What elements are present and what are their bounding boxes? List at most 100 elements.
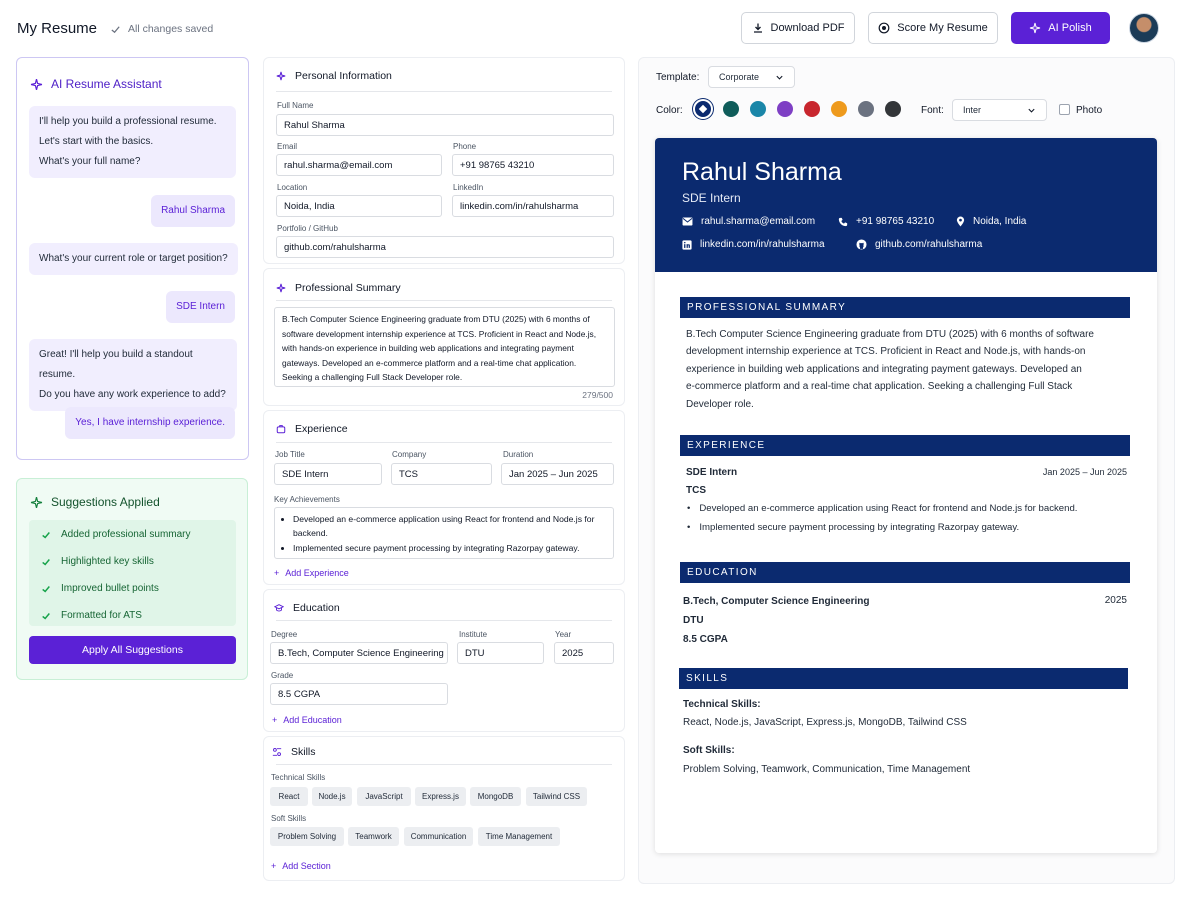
company-input[interactable]: TCS — [391, 463, 492, 485]
full-name-label: Full Name — [277, 101, 314, 110]
grade-input[interactable]: 8.5 CGPA — [270, 683, 448, 705]
experience-card: Experience Job Title SDE Intern Company … — [263, 410, 625, 585]
save-status: All changes saved — [110, 23, 213, 35]
institute-input[interactable]: DTU — [457, 642, 544, 664]
skills-heading: Skills — [272, 746, 316, 758]
linkedin-icon — [682, 239, 692, 250]
email-input[interactable]: rahul.sharma@email.com — [276, 154, 442, 176]
resume-header: Rahul Sharma SDE Intern rahul.sharma@ema… — [655, 138, 1157, 272]
institute-label: Institute — [459, 630, 488, 639]
skill-chip[interactable]: Problem Solving — [270, 827, 344, 846]
personal-information-heading: Personal Information — [276, 70, 392, 82]
summary-textarea[interactable]: B.Tech Computer Science Engineering grad… — [274, 307, 615, 387]
add-experience-link[interactable]: + Add Experience — [274, 568, 349, 578]
check-icon — [42, 585, 50, 593]
phone-input[interactable]: +91 98765 43210 — [452, 154, 614, 176]
add-section-link[interactable]: + Add Section — [271, 861, 331, 871]
color-swatch[interactable] — [695, 101, 711, 117]
plus-icon: + — [272, 715, 278, 725]
apply-all-suggestions-button[interactable]: Apply All Suggestions — [29, 636, 236, 664]
template-select[interactable]: Corporate — [708, 66, 795, 88]
user-message: Rahul Sharma — [151, 195, 235, 227]
divider — [276, 764, 612, 765]
year-input[interactable]: 2025 — [554, 642, 614, 664]
linkedin-input[interactable]: linkedin.com/in/rahulsharma — [452, 195, 614, 217]
suggestion-item: Highlighted key skills — [29, 549, 236, 574]
skill-chip[interactable]: Tailwind CSS — [526, 787, 587, 806]
ai-polish-button[interactable]: AI Polish — [1011, 12, 1110, 44]
download-pdf-button[interactable]: Download PDF — [741, 12, 855, 44]
avatar[interactable] — [1129, 13, 1159, 43]
chevron-down-icon — [1028, 108, 1035, 113]
linkedin-label: LinkedIn — [453, 183, 484, 192]
skill-chip[interactable]: JavaScript — [357, 787, 411, 806]
portfolio-input[interactable]: github.com/rahulsharma — [276, 236, 614, 258]
skills-card: Skills Technical Skills React Node.js Ja… — [263, 736, 625, 881]
education-heading: Education — [274, 602, 340, 614]
color-swatch[interactable] — [723, 101, 739, 117]
ai-assistant-panel: AI Resume Assistant I'll help you build … — [16, 57, 249, 460]
resume-location: Noida, India — [956, 216, 1026, 227]
location-label: Location — [277, 183, 308, 192]
location-input[interactable]: Noida, India — [276, 195, 442, 217]
divider — [276, 620, 612, 621]
professional-summary-card: Professional Summary B.Tech Computer Sci… — [263, 268, 625, 406]
graduation-cap-icon — [274, 604, 284, 612]
key-achievements-input[interactable]: Developed an e-commerce application usin… — [274, 507, 614, 559]
location-pin-icon — [956, 216, 965, 227]
skill-chip[interactable]: Node.js — [312, 787, 352, 806]
skill-chip[interactable]: Time Management — [478, 827, 560, 846]
ai-message: What's your current role or target posit… — [29, 243, 238, 275]
skill-chip[interactable]: Express.js — [415, 787, 466, 806]
duration-input[interactable]: Jan 2025 – Jun 2025 — [501, 463, 614, 485]
resume-role: SDE Intern — [682, 191, 741, 205]
color-swatch[interactable] — [858, 101, 874, 117]
color-swatch[interactable] — [777, 101, 793, 117]
check-icon — [42, 558, 50, 566]
skill-chip[interactable]: React — [270, 787, 308, 806]
sparkle-icon — [276, 283, 286, 293]
degree-input[interactable]: B.Tech, Computer Science Engineering — [270, 642, 448, 664]
key-achievements-label: Key Achievements — [274, 495, 340, 504]
add-education-link[interactable]: + Add Education — [272, 715, 342, 725]
resume-technical-skills: React, Node.js, JavaScript, Express.js, … — [683, 717, 967, 728]
achievement-item: Developed an e-commerce application usin… — [293, 512, 607, 540]
ai-message: Great! I'll help you build a standout re… — [29, 339, 237, 411]
experience-heading: Experience — [276, 423, 348, 435]
resume-section-heading: SKILLS — [679, 668, 1128, 689]
skills-icon — [272, 748, 282, 756]
technical-skills-label: Technical Skills — [271, 773, 326, 782]
sparkle-icon — [276, 71, 286, 81]
selected-indicator — [698, 104, 708, 114]
font-select[interactable]: Inter — [952, 99, 1047, 121]
photo-checkbox[interactable] — [1059, 104, 1070, 115]
color-swatch[interactable] — [885, 101, 901, 117]
ai-assistant-title: AI Resume Assistant — [30, 77, 162, 91]
score-resume-button[interactable]: Score My Resume — [868, 12, 998, 44]
color-swatch[interactable] — [750, 101, 766, 117]
color-swatch[interactable] — [804, 101, 820, 117]
save-status-text: All changes saved — [128, 23, 214, 35]
chevron-down-icon — [776, 75, 783, 80]
skill-chip[interactable]: Teamwork — [348, 827, 399, 846]
year-label: Year — [555, 630, 572, 639]
divider — [276, 442, 612, 443]
full-name-input[interactable]: Rahul Sharma — [276, 114, 614, 136]
personal-information-card: Personal Information Full Name Rahul Sha… — [263, 57, 625, 264]
resume-linkedin: linkedin.com/in/rahulsharma — [682, 239, 825, 250]
duration-label: Duration — [503, 450, 534, 459]
achievement-item: Implemented secure payment processing by… — [293, 541, 607, 555]
resume-section-heading: EDUCATION — [680, 562, 1130, 583]
phone-icon — [838, 217, 848, 226]
skill-chip[interactable]: Communication — [404, 827, 473, 846]
resume-bullet: • Implemented secure payment processing b… — [687, 522, 1020, 533]
resume-phone: +91 98765 43210 — [838, 216, 934, 227]
user-message: Yes, I have internship experience. — [65, 407, 235, 439]
plus-icon: + — [271, 861, 277, 871]
color-swatch[interactable] — [831, 101, 847, 117]
photo-label: Photo — [1076, 105, 1103, 116]
check-icon — [42, 612, 50, 620]
job-title-input[interactable]: SDE Intern — [274, 463, 382, 485]
skill-chip[interactable]: MongoDB — [470, 787, 521, 806]
job-title-label: Job Title — [275, 450, 305, 459]
